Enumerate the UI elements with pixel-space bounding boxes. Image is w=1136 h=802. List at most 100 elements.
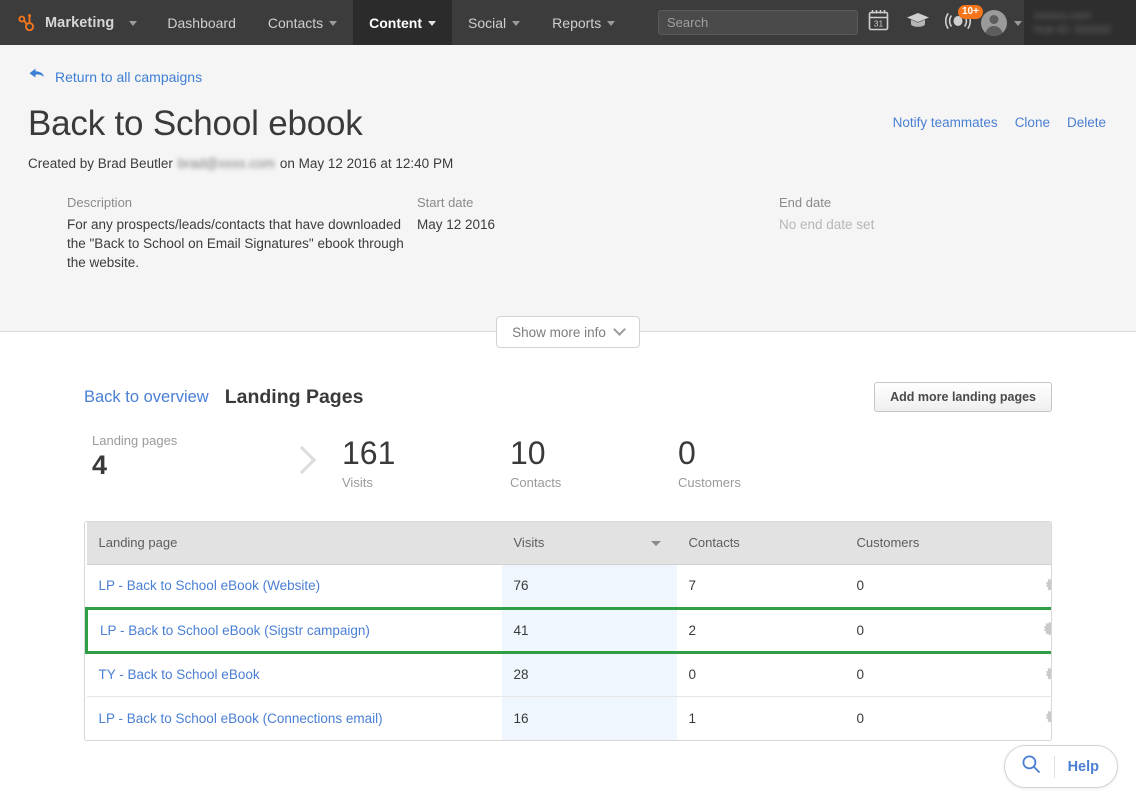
column-header-label: Visits — [513, 535, 545, 551]
chevron-down-icon — [1013, 21, 1022, 26]
gear-icon — [1042, 621, 1051, 639]
table-row[interactable]: LP - Back to School eBook (Sigstr campai… — [85, 606, 1051, 654]
stat-value: 161 — [342, 435, 396, 471]
back-to-overview-link[interactable]: Back to overview — [84, 388, 209, 407]
table-header-row: Landing page Visits Contacts Customers — [86, 522, 1051, 565]
row-actions-menu[interactable] — [1042, 621, 1051, 639]
column-header-visits[interactable]: Visits — [501, 522, 677, 565]
row-actions-menu[interactable] — [1044, 577, 1051, 595]
cell-visits: 28 — [501, 652, 677, 697]
created-by-suffix: on May 12 2016 at 12:40 PM — [279, 156, 454, 171]
chevron-down-icon — [129, 21, 138, 26]
nav-item-dashboard[interactable]: Dashboard — [151, 0, 252, 45]
landing-page-link[interactable]: LP - Back to School eBook (Sigstr campai… — [100, 623, 370, 638]
stat-value: 0 — [678, 435, 696, 471]
column-header-landing-page[interactable]: Landing page — [86, 522, 502, 565]
gear-icon — [1044, 709, 1051, 727]
notify-teammates-link[interactable]: Notify teammates — [893, 115, 998, 130]
chevron-down-icon — [512, 21, 521, 26]
cell-customers: 0 — [844, 564, 1025, 609]
nav-item-label: Contacts — [267, 14, 324, 31]
stats-flow-arrow — [262, 433, 342, 475]
stat-contacts: 10 Contacts — [510, 433, 678, 490]
add-more-landing-pages-button[interactable]: Add more landing pages — [874, 382, 1052, 412]
landing-page-link[interactable]: LP - Back to School eBook (Website) — [99, 578, 321, 593]
avatar — [980, 9, 1007, 36]
stat-customers: 0 Customers — [678, 433, 846, 490]
stat-label: Visits — [342, 475, 373, 490]
nav-item-content[interactable]: Content — [353, 0, 453, 45]
row-actions-menu[interactable] — [1044, 709, 1051, 727]
nav-item-contacts[interactable]: Contacts — [252, 0, 353, 45]
table-row[interactable]: LP - Back to School eBook (Website) 76 7… — [86, 564, 1051, 609]
top-navigation-bar: Marketing Dashboard Contacts Content Soc… — [0, 0, 1136, 45]
end-date-label: End date — [779, 195, 832, 210]
search-input[interactable] — [658, 10, 858, 35]
cell-contacts: 7 — [676, 564, 845, 609]
cell-contacts: 2 — [676, 606, 845, 654]
cell-actions — [1024, 652, 1051, 697]
return-to-all-campaigns-link[interactable]: Return to all campaigns — [55, 69, 202, 85]
chevron-down-icon — [428, 21, 437, 26]
column-header-customers[interactable]: Customers — [844, 522, 1025, 565]
table-row[interactable]: TY - Back to School eBook 28 0 0 — [86, 652, 1051, 697]
landing-page-link[interactable]: LP - Back to School eBook (Connections e… — [99, 711, 383, 726]
campaign-meta-grid: Description For any prospects/leads/cont… — [0, 171, 1136, 272]
cell-actions — [1024, 564, 1051, 609]
brand-marketing-menu[interactable]: Marketing — [0, 0, 151, 45]
app-root: Marketing Dashboard Contacts Content Soc… — [0, 0, 1136, 802]
account-hub-id: Hub ID: 000000 — [1034, 23, 1112, 36]
chevron-down-icon — [329, 21, 338, 26]
section-header: Back to overview Landing Pages Add more … — [0, 382, 1136, 412]
start-date-value: May 12 2016 — [417, 217, 496, 232]
navbar-right-cluster: 31 — [658, 0, 1136, 45]
row-actions-menu[interactable] — [1044, 666, 1051, 684]
landing-page-link[interactable]: TY - Back to School eBook — [99, 667, 260, 682]
description-label: Description — [67, 195, 133, 210]
meta-start-date: Start date May 12 2016 — [417, 195, 779, 272]
help-widget[interactable]: Help — [1003, 745, 1118, 788]
landing-pages-table-wrapper: Landing page Visits Contacts Customers L — [84, 521, 1052, 741]
cell-customers: 0 — [844, 606, 1025, 654]
hubspot-sprocket-logo-icon — [16, 13, 36, 33]
clone-link[interactable]: Clone — [1015, 115, 1050, 130]
section-title: Landing Pages — [224, 385, 364, 408]
cell-actions — [1025, 696, 1051, 740]
nav-item-social[interactable]: Social — [452, 0, 536, 45]
stat-value: 4 — [92, 450, 108, 480]
calendar-button[interactable]: 31 — [858, 0, 898, 45]
delete-link[interactable]: Delete — [1067, 115, 1106, 130]
table-row[interactable]: LP - Back to School eBook (Connections e… — [87, 696, 1051, 740]
created-by-email: brad@xxxx.com — [177, 156, 275, 171]
chevron-down-icon — [607, 21, 616, 26]
table-head: Landing page Visits Contacts Customers — [86, 522, 1051, 565]
cell-visits: 76 — [501, 564, 677, 609]
column-header-actions — [1024, 522, 1051, 565]
column-header-contacts[interactable]: Contacts — [676, 522, 845, 565]
cell-actions — [1024, 606, 1051, 654]
cell-contacts: 0 — [676, 652, 845, 697]
magnifier-icon[interactable] — [1021, 754, 1041, 779]
nav-item-label: Content — [369, 14, 423, 31]
notifications-button[interactable]: 10+ — [938, 0, 983, 45]
nav-item-label: Social — [468, 14, 507, 31]
chevron-right-icon — [287, 445, 317, 475]
academy-button[interactable] — [898, 0, 938, 45]
stat-label: Landing pages — [92, 433, 178, 448]
summary-stats: Landing pages 4 161 Visits 10 Contacts 0… — [0, 412, 1136, 490]
divider — [1053, 755, 1055, 778]
graduation-cap-icon — [906, 11, 930, 34]
account-info[interactable]: xxxxxx.com Hub ID: 000000 — [1024, 0, 1136, 45]
campaign-header: Return to all campaigns Notify teammates… — [0, 45, 1136, 348]
table-body: LP - Back to School eBook (Website) 76 7… — [85, 564, 1051, 740]
landing-pages-table: Landing page Visits Contacts Customers L — [85, 522, 1051, 740]
cell-landing-page: TY - Back to School eBook — [86, 652, 502, 697]
campaign-header-actions: Notify teammates Clone Delete — [893, 115, 1106, 130]
nav-item-reports[interactable]: Reports — [536, 0, 631, 45]
stat-visits: 161 Visits — [342, 433, 510, 490]
user-menu-button[interactable] — [978, 0, 1024, 45]
created-by-prefix: Created by Brad Beutler — [28, 156, 173, 171]
brand-label: Marketing — [45, 14, 115, 31]
svg-text:31: 31 — [873, 19, 883, 29]
created-by-line: Created by Brad Beutler brad@xxxx.com on… — [0, 144, 1136, 171]
